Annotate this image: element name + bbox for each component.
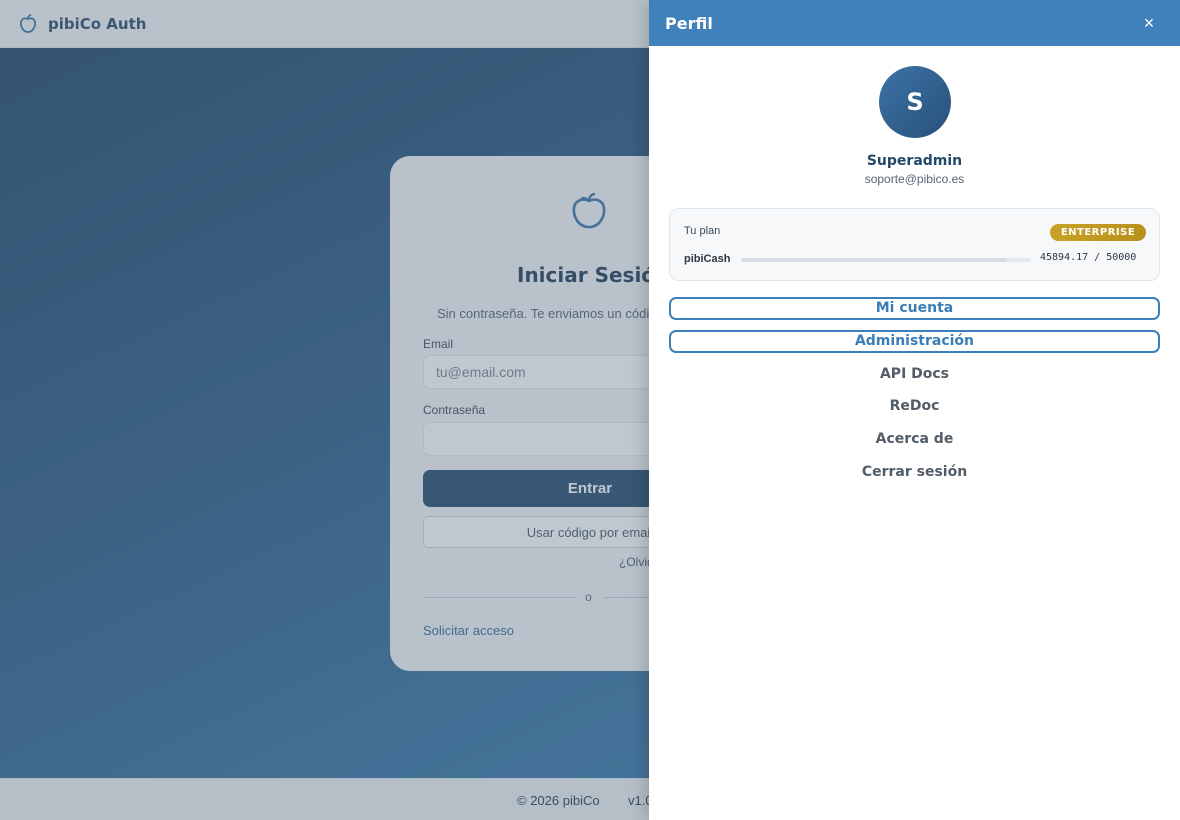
pibicash-value: 45894.17 / 50000 — [1040, 252, 1137, 263]
my-account-button[interactable]: Mi cuenta — [669, 297, 1160, 320]
close-icon[interactable]: × — [1139, 13, 1159, 33]
avatar: S — [879, 66, 951, 138]
user-email: soporte@pibico.es — [864, 172, 965, 186]
profile-drawer: Perfil × S Superadmin soporte@pibico.es … — [649, 0, 1180, 820]
drawer-title: Perfil — [665, 14, 713, 33]
avatar-initial: S — [906, 88, 924, 116]
logout-link[interactable]: Cerrar sesión — [649, 464, 1180, 480]
user-name: Superadmin — [866, 153, 963, 169]
drawer-header: Perfil × — [649, 0, 1180, 46]
pibicash-label: pibiCash — [684, 253, 731, 265]
plan-card: Tu plan ENTERPRISE pibiCash 45894.17 / 5… — [669, 208, 1160, 281]
administration-button[interactable]: Administración — [669, 330, 1160, 353]
about-link[interactable]: Acerca de — [649, 431, 1180, 447]
pibicash-progress-track — [741, 258, 1031, 262]
plan-badge: ENTERPRISE — [1050, 224, 1146, 241]
redoc-link[interactable]: ReDoc — [649, 398, 1180, 414]
pibicash-progress-fill — [741, 258, 1008, 262]
api-docs-link[interactable]: API Docs — [649, 366, 1180, 382]
plan-label: Tu plan — [684, 225, 721, 237]
